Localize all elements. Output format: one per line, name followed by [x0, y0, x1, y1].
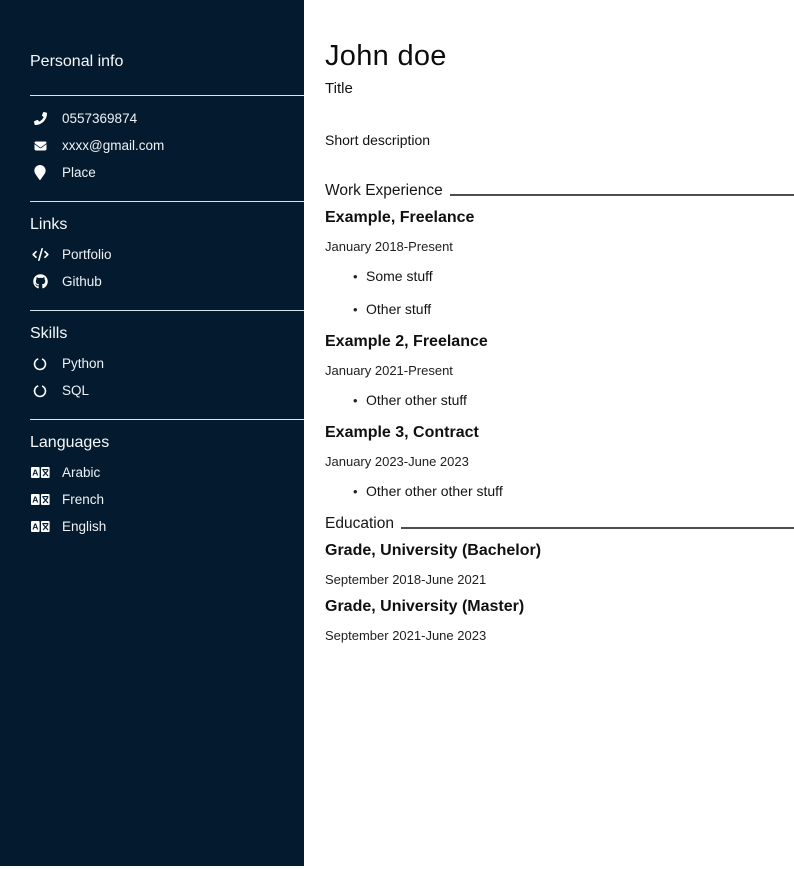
envelope-icon — [30, 140, 50, 152]
education-entry-date: September 2021-June 2023 — [325, 628, 794, 644]
portfolio-link-label: Portfolio — [62, 247, 112, 262]
work-entry-title: Example 3, Contract — [325, 423, 794, 442]
heading-rule — [401, 527, 794, 529]
language-icon: A — [30, 466, 50, 479]
sidebar: Personal info 0557369874 xxxx@gmail.com … — [0, 0, 304, 866]
language-label: French — [62, 492, 104, 507]
language-item-french: A French — [30, 486, 304, 513]
contact-item-place: Place — [30, 159, 304, 186]
person-name: John doe — [325, 40, 794, 73]
languages-heading: Languages — [30, 433, 304, 452]
education-entry-title: Grade, University (Master) — [325, 597, 794, 616]
skill-label: SQL — [62, 383, 89, 398]
language-icon: A — [30, 520, 50, 533]
svg-text:A: A — [32, 495, 38, 505]
personal-info-heading: Personal info — [30, 52, 304, 71]
bullet-item: Other stuff — [353, 301, 794, 318]
education-entry: Grade, University (Bachelor) September 2… — [325, 541, 794, 588]
work-entry-date: January 2018-Present — [325, 239, 794, 255]
work-entry-date: January 2021-Present — [325, 363, 794, 379]
work-entry-title: Example 2, Freelance — [325, 332, 794, 351]
links-list: Portfolio Github — [30, 241, 304, 295]
circle-notch-icon — [30, 384, 50, 398]
person-title: Title — [325, 80, 794, 98]
bullet-item: Other other stuff — [353, 392, 794, 409]
location-icon — [30, 165, 50, 180]
work-entry: Example, Freelance January 2018-Present … — [325, 208, 794, 318]
place-label: Place — [62, 165, 96, 180]
circle-notch-icon — [30, 357, 50, 371]
phone-number: 0557369874 — [62, 111, 137, 126]
skills-list: Python SQL — [30, 350, 304, 404]
email-address: xxxx@gmail.com — [62, 138, 164, 153]
sidebar-divider — [30, 310, 304, 311]
contact-item-email: xxxx@gmail.com — [30, 132, 304, 159]
skill-item-sql: SQL — [30, 377, 304, 404]
sidebar-divider — [30, 95, 304, 96]
education-entry-date: September 2018-June 2021 — [325, 572, 794, 588]
link-item-portfolio[interactable]: Portfolio — [30, 241, 304, 268]
heading-rule — [450, 194, 794, 196]
work-entry-bullets: Other other other stuff — [325, 483, 794, 500]
work-entry-bullets: Some stuff Other stuff — [325, 268, 794, 318]
skills-heading: Skills — [30, 324, 304, 343]
github-link-label: Github — [62, 274, 102, 289]
work-entry-date: January 2023-June 2023 — [325, 454, 794, 470]
bullet-item: Other other other stuff — [353, 483, 794, 500]
work-experience-heading-row: Work Experience — [325, 181, 794, 200]
short-description: Short description — [325, 132, 794, 149]
links-heading: Links — [30, 215, 304, 234]
link-item-github[interactable]: Github — [30, 268, 304, 295]
contact-item-phone: 0557369874 — [30, 105, 304, 132]
work-entry-title: Example, Freelance — [325, 208, 794, 227]
language-label: Arabic — [62, 465, 100, 480]
education-heading: Education — [325, 514, 394, 533]
work-experience-heading: Work Experience — [325, 181, 443, 200]
github-icon — [30, 274, 50, 289]
bullet-item: Some stuff — [353, 268, 794, 285]
code-icon — [30, 248, 50, 261]
education-entry: Grade, University (Master) September 202… — [325, 597, 794, 644]
sidebar-divider — [30, 419, 304, 420]
education-entry-title: Grade, University (Bachelor) — [325, 541, 794, 560]
svg-text:A: A — [32, 522, 38, 532]
work-entry: Example 3, Contract January 2023-June 20… — [325, 423, 794, 500]
sidebar-divider — [30, 201, 304, 202]
contact-list: 0557369874 xxxx@gmail.com Place — [30, 105, 304, 186]
work-entry: Example 2, Freelance January 2021-Presen… — [325, 332, 794, 409]
language-label: English — [62, 519, 106, 534]
languages-list: A Arabic A French A English — [30, 459, 304, 540]
language-item-english: A English — [30, 513, 304, 540]
svg-text:A: A — [32, 468, 38, 478]
work-entry-bullets: Other other stuff — [325, 392, 794, 409]
skill-item-python: Python — [30, 350, 304, 377]
skill-label: Python — [62, 356, 104, 371]
language-icon: A — [30, 493, 50, 506]
resume-page: Personal info 0557369874 xxxx@gmail.com … — [0, 0, 794, 869]
phone-icon — [30, 112, 50, 125]
main-content: John doe Title Short description Work Ex… — [304, 0, 794, 644]
education-heading-row: Education — [325, 514, 794, 533]
language-item-arabic: A Arabic — [30, 459, 304, 486]
